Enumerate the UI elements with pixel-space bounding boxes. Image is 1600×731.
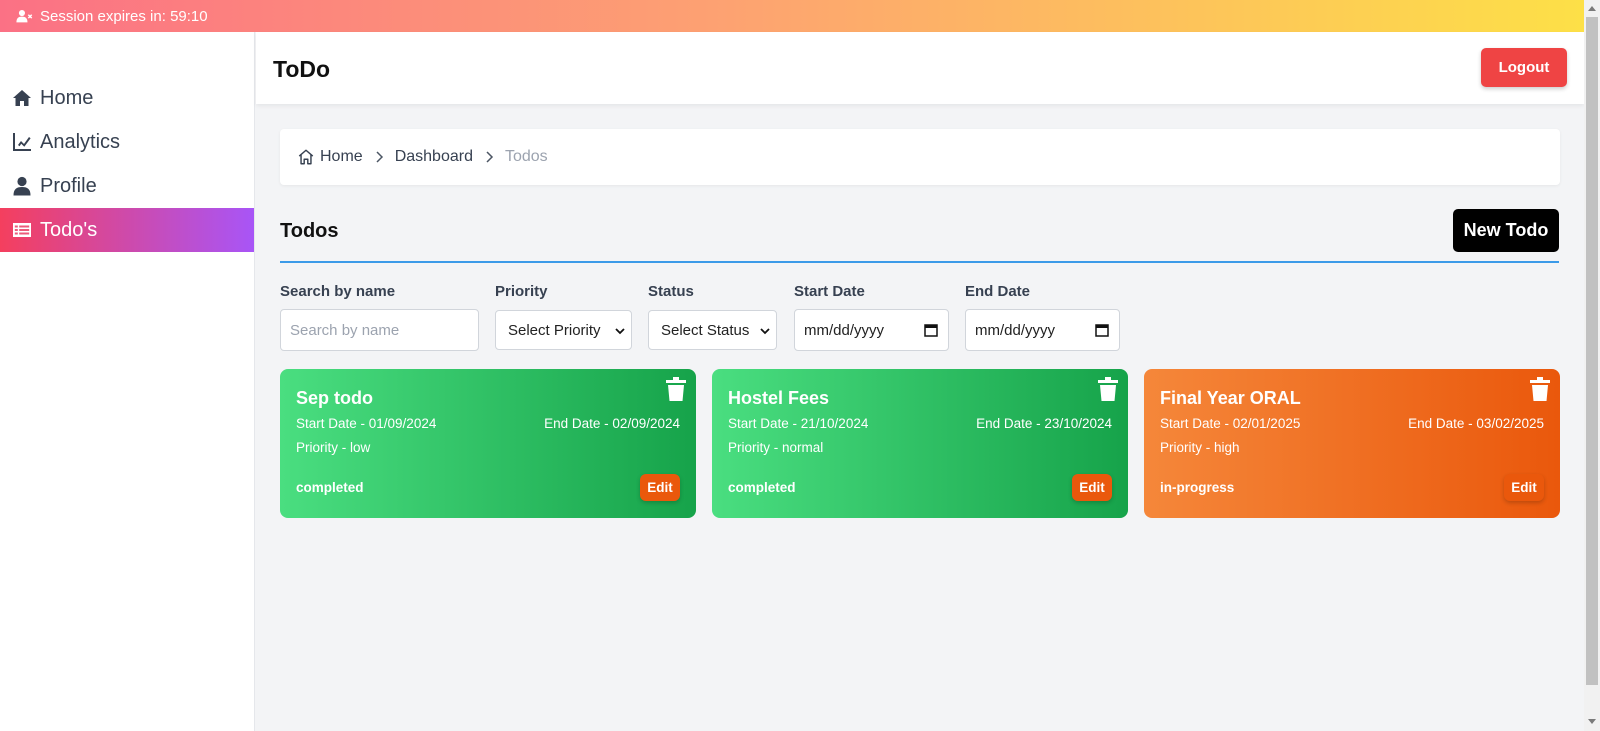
trash-icon[interactable] [1530,377,1550,401]
search-input[interactable]: Search by name [280,309,479,351]
chevron-down-icon [615,328,625,335]
filter-label: End Date [965,283,1031,300]
filter-search: Search by name Search by name [280,283,479,351]
breadcrumb-current: Todos [504,148,548,165]
filter-label: Start Date [794,283,865,300]
calendar-icon[interactable] [1095,323,1109,337]
todo-dates: Start Date - 01/09/2024 End Date - 02/09… [296,416,680,431]
filter-label: Status [648,283,694,300]
sidebar-item-label: Analytics [40,130,121,153]
session-banner: Session expires in: 59:10 [0,0,1584,32]
filter-label: Search by name [280,283,396,300]
chart-icon [13,133,31,151]
priority-select-value: Select Priority [508,321,601,339]
todo-card: Hostel Fees Start Date - 21/10/2024 End … [712,369,1128,518]
sidebar-item-label: Todo's [40,218,98,241]
status-select-value: Select Status [661,321,750,339]
session-timer: Session expires in: 59:10 [40,7,208,25]
section-divider [280,261,1559,263]
chevron-down-icon [760,328,770,335]
filter-priority: Priority Select Priority [495,283,632,350]
todo-status: in-progress [1160,480,1235,495]
end-date-value: mm/dd/yyyy [975,321,1056,339]
calendar-icon[interactable] [924,323,938,337]
sidebar-item-todos[interactable]: Todo's [0,208,254,252]
house-icon [13,90,31,106]
todo-status: completed [296,480,364,495]
sidebar-item-label: Profile [40,174,97,197]
todo-title: Hostel Fees [728,388,830,408]
sidebar-item-home[interactable]: Home [0,76,254,120]
user-icon [13,176,31,196]
priority-select[interactable]: Select Priority [495,310,632,350]
edit-button[interactable]: Edit [1504,474,1544,501]
sidebar-nav: Home Analytics Profile Todo's [0,76,254,252]
todo-start-date: Start Date - 01/09/2024 [296,416,437,431]
sidebar-item-profile[interactable]: Profile [0,164,254,208]
todo-card: Sep todo Start Date - 01/09/2024 End Dat… [280,369,696,518]
breadcrumb-label: Home [320,148,363,165]
todo-dates: Start Date - 02/01/2025 End Date - 03/02… [1160,416,1544,431]
todo-end-date: End Date - 02/09/2024 [544,416,680,431]
edit-button[interactable]: Edit [1072,474,1112,501]
logout-button[interactable]: Logout [1481,48,1567,87]
todo-title: Final Year ORAL [1160,388,1301,408]
new-todo-button[interactable]: New Todo [1453,209,1559,252]
filter-label: Priority [495,283,548,300]
scroll-down-arrow-icon[interactable] [1588,719,1596,724]
chevron-right-icon [363,151,395,163]
vertical-scrollbar[interactable] [1584,0,1600,731]
todo-card: Final Year ORAL Start Date - 02/01/2025 … [1144,369,1560,518]
breadcrumb: Home Dashboard Todos [280,129,1560,185]
user-clock-icon [16,9,33,23]
filter-status: Status Select Status [648,283,777,350]
todo-end-date: End Date - 23/10/2024 [976,416,1112,431]
scroll-up-arrow-icon[interactable] [1588,6,1596,11]
sidebar: Home Analytics Profile Todo's [0,32,255,731]
todo-end-date: End Date - 03/02/2025 [1408,416,1544,431]
todo-priority: Priority - normal [728,440,824,455]
edit-button[interactable]: Edit [640,474,680,501]
list-icon [13,223,31,237]
filter-start-date: Start Date mm/dd/yyyy [794,283,949,351]
end-date-input[interactable]: mm/dd/yyyy [965,309,1120,351]
filter-end-date: End Date mm/dd/yyyy [965,283,1120,351]
chevron-right-icon [473,151,505,163]
app-title: ToDo [273,56,331,82]
section-title: Todos [280,220,339,242]
todo-status: completed [728,480,796,495]
todo-dates: Start Date - 21/10/2024 End Date - 23/10… [728,416,1112,431]
todo-start-date: Start Date - 21/10/2024 [728,416,869,431]
sidebar-item-analytics[interactable]: Analytics [0,120,254,164]
todo-priority: Priority - low [296,440,371,455]
breadcrumb-dashboard[interactable]: Dashboard [395,148,473,166]
start-date-input[interactable]: mm/dd/yyyy [794,309,949,351]
start-date-value: mm/dd/yyyy [804,321,885,339]
status-select[interactable]: Select Status [648,310,777,350]
house-outline-icon [298,149,314,165]
breadcrumb-home[interactable]: Home [297,148,363,166]
trash-icon[interactable] [1098,377,1118,401]
sidebar-item-label: Home [40,86,94,109]
todo-start-date: Start Date - 02/01/2025 [1160,416,1301,431]
scrollbar-thumb[interactable] [1586,17,1598,685]
todo-title: Sep todo [296,388,373,408]
top-header: ToDo Logout [256,32,1584,104]
todo-priority: Priority - high [1160,440,1240,455]
trash-icon[interactable] [666,377,686,401]
